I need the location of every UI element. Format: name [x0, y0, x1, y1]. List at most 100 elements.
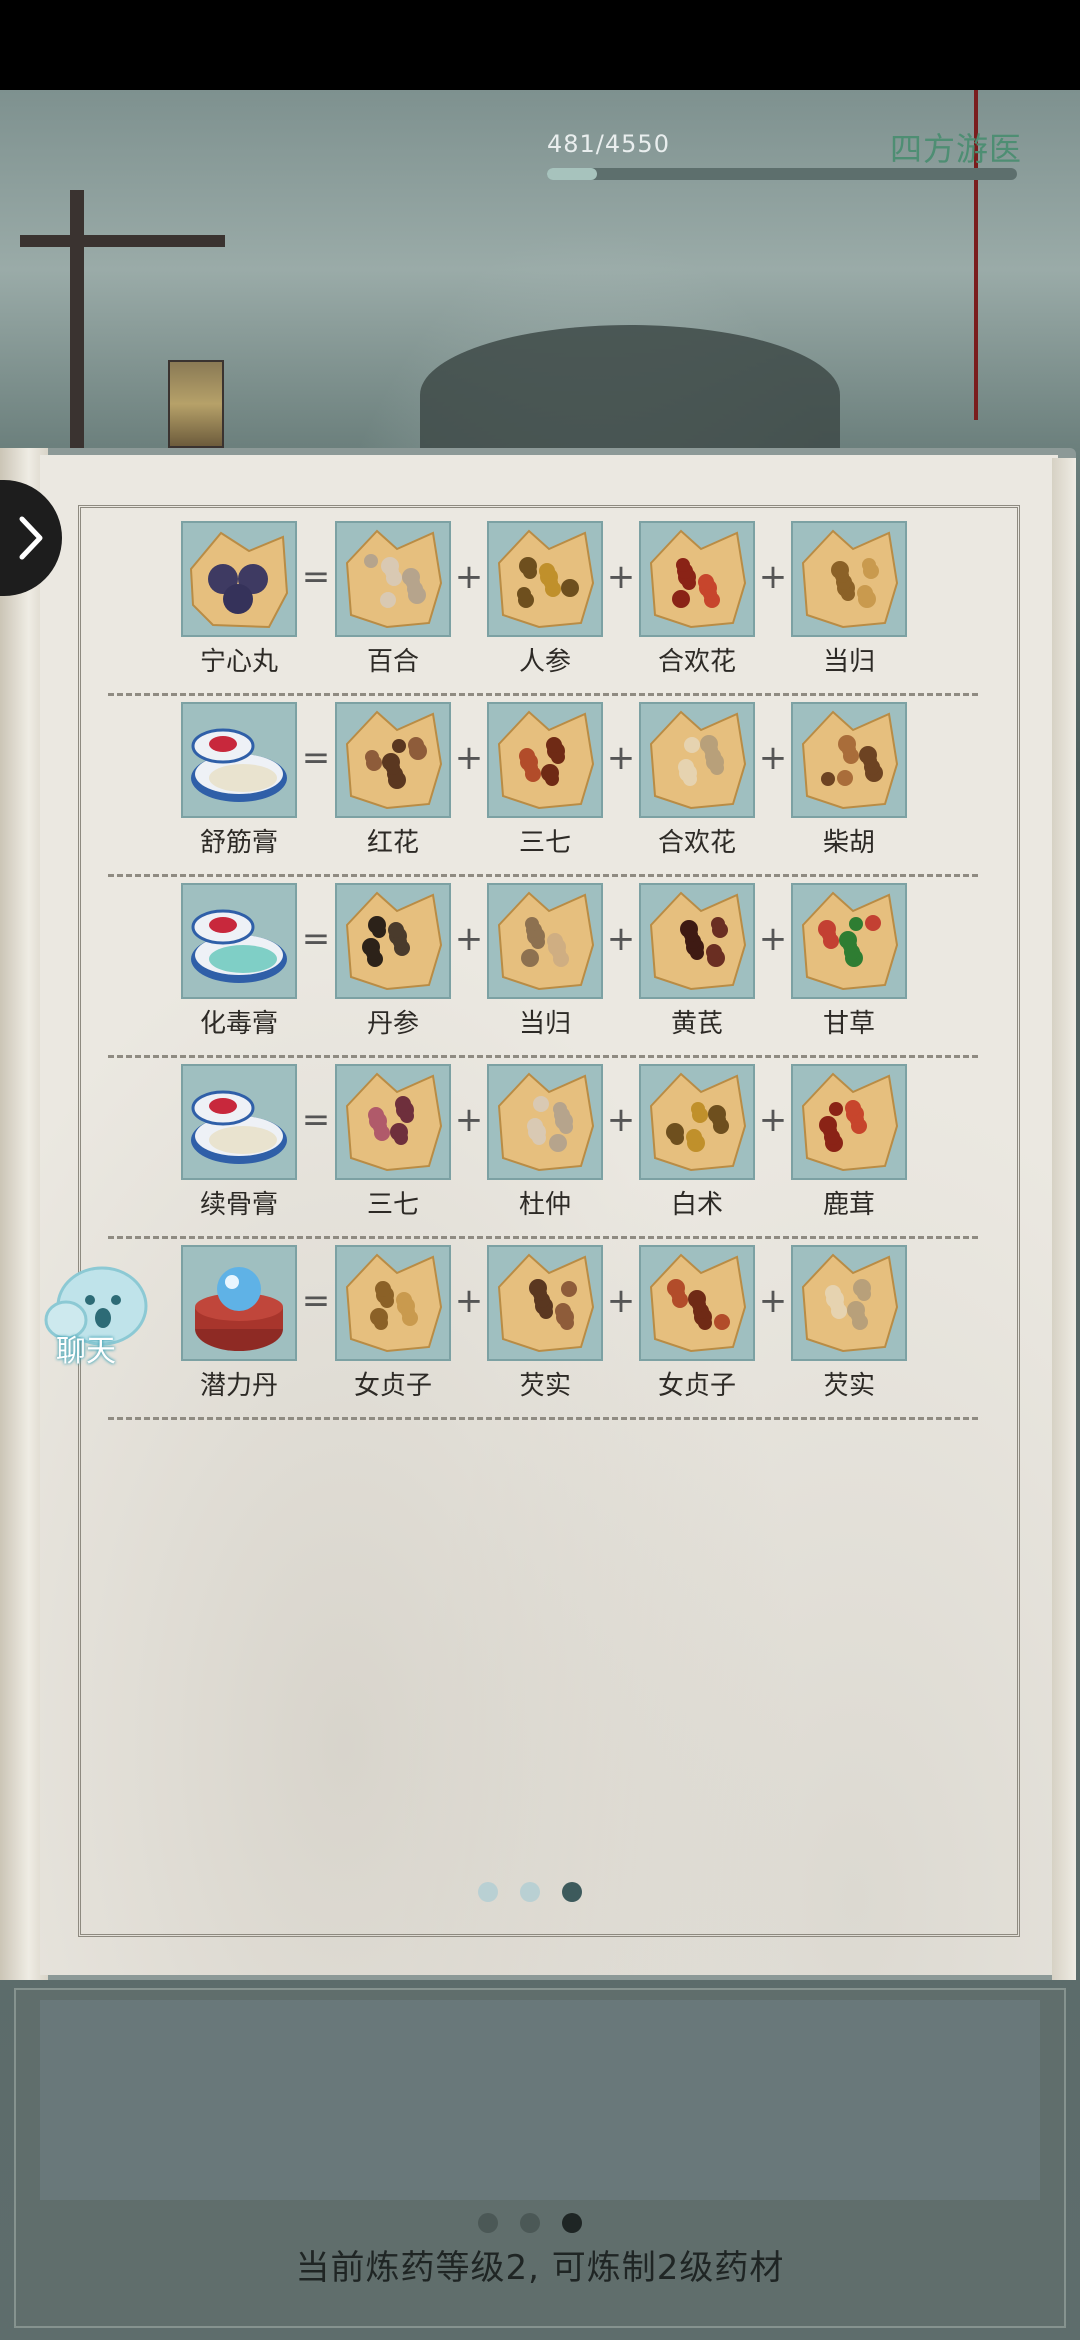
product-name: 潜力丹: [199, 1371, 278, 1401]
recipe-product[interactable]: 舒筋膏: [181, 702, 297, 859]
recipe-ingredient[interactable]: 三七: [335, 1064, 451, 1221]
recipe-ingredient[interactable]: 黄芪: [639, 883, 755, 1040]
location-title: 四方游医: [890, 130, 1023, 168]
recipe-ingredient[interactable]: 当归: [791, 521, 907, 678]
page-dot[interactable]: [520, 1882, 540, 1902]
product-name: 化毒膏: [199, 1009, 278, 1039]
plus-sign: +: [454, 1100, 484, 1140]
herb-icon[interactable]: [487, 1064, 603, 1180]
chat-label[interactable]: 聊天: [56, 1326, 116, 1370]
recipe-product[interactable]: 续骨膏: [181, 1064, 297, 1221]
page-dot[interactable]: [562, 1882, 582, 1902]
lantern-pole: [70, 190, 84, 450]
herb-icon[interactable]: [791, 521, 907, 637]
product-name: 舒筋膏: [199, 828, 278, 858]
recipe-ingredient[interactable]: 女贞子: [639, 1245, 755, 1402]
herb-icon[interactable]: [487, 1245, 603, 1361]
recipe-ingredient[interactable]: 百合: [335, 521, 451, 678]
ingredient-name: 当归: [518, 1009, 571, 1039]
herb-icon[interactable]: [791, 1064, 907, 1180]
page-dot[interactable]: [478, 1882, 498, 1902]
recipe-row: 续骨膏 = 三七 + 杜仲 + 白术 + 鹿茸: [0, 1064, 1080, 1246]
ingredient-name: 鹿茸: [822, 1190, 875, 1220]
recipe-ingredient[interactable]: 红花: [335, 702, 451, 859]
herb-icon[interactable]: [639, 883, 755, 999]
herb-icon[interactable]: [791, 702, 907, 818]
ingredient-name: 丹参: [366, 1009, 419, 1039]
recipe-ingredient[interactable]: 白术: [639, 1064, 755, 1221]
recipe-ingredient[interactable]: 杜仲: [487, 1064, 603, 1221]
page-dot[interactable]: [562, 2213, 582, 2233]
recipe-ingredient[interactable]: 合欢花: [639, 702, 755, 859]
recipe-ingredient[interactable]: 丹参: [335, 883, 451, 1040]
herb-icon[interactable]: [639, 702, 755, 818]
herb-icon[interactable]: [639, 1245, 755, 1361]
herb-icon[interactable]: [487, 883, 603, 999]
recipe-product[interactable]: 宁心丸: [181, 521, 297, 678]
recipe-ingredient[interactable]: 人参: [487, 521, 603, 678]
herb-icon[interactable]: [639, 521, 755, 637]
recipe-row: 舒筋膏 = 红花 + 三七 + 合欢花 + 柴胡: [0, 702, 1080, 884]
herb-icon[interactable]: [487, 521, 603, 637]
recipe-ingredient[interactable]: 芡实: [791, 1245, 907, 1402]
product-name: 宁心丸: [199, 647, 278, 677]
ingredient-name: 杜仲: [518, 1190, 571, 1220]
ingredient-name: 三七: [366, 1190, 419, 1220]
experience-progress-text: 481/4550: [547, 130, 670, 158]
product-icon[interactable]: [181, 702, 297, 818]
ingredient-name: 白术: [670, 1190, 723, 1220]
recipe-ingredient[interactable]: 女贞子: [335, 1245, 451, 1402]
recipe-ingredient[interactable]: 柴胡: [791, 702, 907, 859]
equals-sign: =: [301, 1100, 331, 1140]
ingredient-name: 合欢花: [657, 647, 736, 677]
row-divider: [108, 874, 978, 877]
page-dot[interactable]: [478, 2213, 498, 2233]
page-dot[interactable]: [520, 2213, 540, 2233]
equals-sign: =: [301, 557, 331, 597]
recipe-ingredient[interactable]: 甘草: [791, 883, 907, 1040]
ingredient-name: 黄芪: [670, 1009, 723, 1039]
ingredient-name: 三七: [518, 828, 571, 858]
herb-icon[interactable]: [335, 521, 451, 637]
herb-icon[interactable]: [335, 1064, 451, 1180]
ingredient-name: 当归: [822, 647, 875, 677]
recipe-ingredient[interactable]: 三七: [487, 702, 603, 859]
herb-icon[interactable]: [335, 702, 451, 818]
ingredient-name: 合欢花: [657, 828, 736, 858]
product-name: 续骨膏: [199, 1190, 278, 1220]
plus-sign: +: [606, 738, 636, 778]
product-icon[interactable]: [181, 1064, 297, 1180]
book-page-indicator: [478, 1882, 588, 1904]
herb-icon[interactable]: [335, 883, 451, 999]
equals-sign: =: [301, 738, 331, 778]
herb-icon[interactable]: [487, 702, 603, 818]
ingredient-name: 红花: [366, 828, 419, 858]
herb-icon[interactable]: [791, 1245, 907, 1361]
plus-sign: +: [758, 1281, 788, 1321]
plus-sign: +: [454, 1281, 484, 1321]
recipe-product[interactable]: 潜力丹: [181, 1245, 297, 1402]
row-divider: [108, 1417, 978, 1420]
equals-sign: =: [301, 919, 331, 959]
product-icon[interactable]: [181, 1245, 297, 1361]
herb-icon[interactable]: [335, 1245, 451, 1361]
herb-icon[interactable]: [639, 1064, 755, 1180]
recipe-product[interactable]: 化毒膏: [181, 883, 297, 1040]
recipe-ingredient[interactable]: 芡实: [487, 1245, 603, 1402]
plus-sign: +: [758, 1100, 788, 1140]
recipe-ingredient[interactable]: 鹿茸: [791, 1064, 907, 1221]
product-icon[interactable]: [181, 883, 297, 999]
plus-sign: +: [606, 1281, 636, 1321]
status-bar: [0, 0, 1080, 90]
ingredient-name: 柴胡: [822, 828, 875, 858]
experience-progress-fill: [547, 168, 597, 180]
recipe-ingredient[interactable]: 合欢花: [639, 521, 755, 678]
recipe-ingredient[interactable]: 当归: [487, 883, 603, 1040]
plus-sign: +: [454, 919, 484, 959]
plus-sign: +: [454, 738, 484, 778]
herb-icon[interactable]: [791, 883, 907, 999]
plus-sign: +: [606, 557, 636, 597]
product-icon[interactable]: [181, 521, 297, 637]
row-divider: [108, 1055, 978, 1058]
plus-sign: +: [758, 919, 788, 959]
